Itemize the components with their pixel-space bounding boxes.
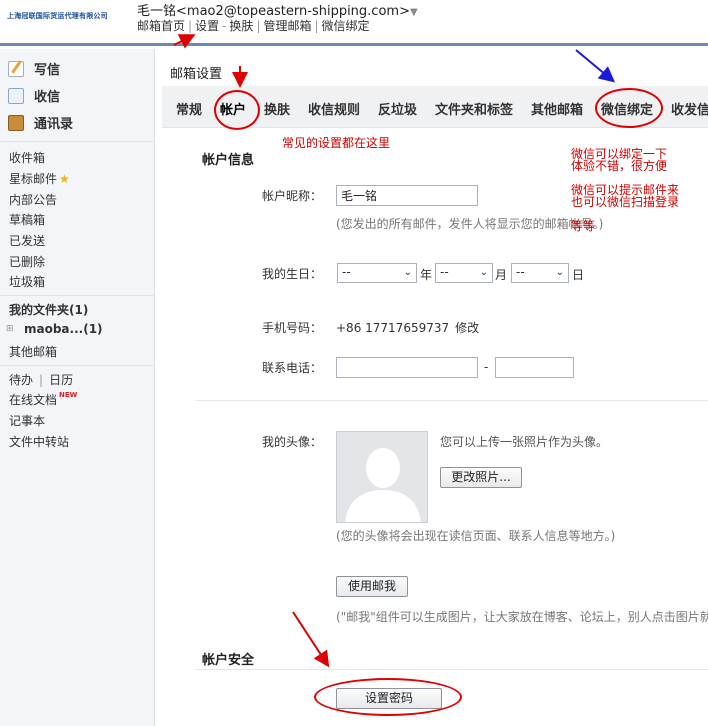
sidebar-item-subfolder[interactable]: maoba...(1) — [24, 322, 103, 336]
online-docs-label: 在线文档 — [9, 393, 58, 407]
highlight-wechat-tab — [595, 88, 663, 128]
tree-expand-icon[interactable]: ⊞ — [6, 324, 14, 334]
birthday-day-select[interactable]: -- ⌄ — [511, 263, 569, 283]
tel-separator: - — [484, 360, 489, 374]
starred-label: 星标邮件 — [9, 172, 58, 186]
sidebar-item-file-transfer[interactable]: 文件中转站 — [9, 433, 69, 450]
default-avatar-icon — [337, 432, 427, 522]
sidebar-item-todo[interactable]: 待办 — [9, 373, 33, 387]
contacts-icon — [8, 114, 24, 131]
section-account-security: 帐户安全 — [202, 653, 255, 668]
tab-anti-spam[interactable]: 反垃圾 — [378, 99, 417, 118]
sidebar-item-inbox[interactable]: 收件箱 — [9, 149, 45, 166]
highlight-set-password — [314, 678, 462, 716]
top-header: 上海冠联国际货运代理有限公司 毛一铭<mao2@topeastern-shipp… — [0, 0, 708, 46]
phone-row: +86 17717659737 修改 — [336, 319, 479, 336]
contacts-label: 通讯录 — [34, 117, 74, 132]
nav-settings[interactable]: 设置 — [195, 19, 219, 33]
sidebar: 写信 收信 通讯录 收件箱 星标邮件 ★ 内部公告 草稿箱 已发送 已删除 垃圾箱… — [0, 49, 155, 726]
account-settings-panel: 帐户信息 帐户昵称： (您发出的所有邮件，发件人将显示您的邮箱帐号。) 我的生日… — [196, 129, 708, 726]
avatar-upload-text: 您可以上传一张照片作为头像。 — [440, 435, 609, 449]
sidebar-item-sent[interactable]: 已发送 — [9, 232, 45, 249]
sidebar-receive[interactable]: 收信 — [8, 86, 60, 105]
sidebar-item-my-folders[interactable]: 我的文件夹(1) — [9, 301, 88, 318]
compose-label: 写信 — [34, 63, 61, 78]
pen-icon — [8, 60, 24, 77]
sidebar-compose[interactable]: 写信 — [8, 59, 60, 78]
avatar-label: 我的头像： — [262, 435, 323, 449]
mailme-hint: ("邮我"组件可以生成图片，让大家放在博客、论坛上，别人点击图片就 — [336, 610, 708, 624]
sidebar-item-calendar[interactable]: 日历 — [49, 373, 73, 387]
tab-other-mail[interactable]: 其他邮箱 — [531, 99, 583, 118]
tel-number-input[interactable] — [495, 357, 574, 378]
top-nav-links: 邮箱首页 | 设置 - 换肤 | 管理邮箱 | 微信绑定 — [137, 19, 370, 33]
avatar-hint: (您的头像将会出现在读信页面、联系人信息等地方。) — [336, 529, 616, 543]
birthday-label: 我的生日： — [262, 267, 323, 281]
birthday-month-value: -- — [440, 265, 449, 279]
birthday-year-select[interactable]: -- ⌄ — [337, 263, 417, 283]
nickname-input[interactable] — [336, 185, 478, 206]
tab-folders-labels[interactable]: 文件夹和标签 — [435, 99, 513, 118]
nickname-label: 帐户昵称： — [262, 189, 323, 203]
change-photo-button[interactable]: 更改照片... — [440, 467, 522, 488]
phone-value: +86 17717659737 — [336, 321, 450, 335]
chevron-down-icon: ⌄ — [555, 267, 564, 278]
day-unit: 日 — [572, 268, 585, 282]
sidebar-item-deleted[interactable]: 已删除 — [9, 253, 45, 270]
section-account-info: 帐户信息 — [202, 153, 255, 168]
tab-skin[interactable]: 换肤 — [264, 99, 290, 118]
annotation-wechat-5: 等等 — [571, 219, 596, 233]
nav-skin[interactable]: 换肤 — [229, 19, 253, 33]
tab-mail-rules[interactable]: 收信规则 — [308, 99, 360, 118]
star-icon: ★ — [59, 172, 70, 186]
year-unit: 年 — [420, 268, 433, 282]
sidebar-item-other-mail[interactable]: 其他邮箱 — [9, 343, 57, 360]
chevron-down-icon: ⌄ — [403, 267, 412, 278]
receive-label: 收信 — [34, 90, 61, 105]
tel-area-input[interactable] — [336, 357, 478, 378]
phone-edit-link[interactable]: 修改 — [455, 321, 479, 335]
avatar — [336, 431, 428, 523]
birthday-day-value: -- — [516, 265, 525, 279]
nav-manage-mail[interactable]: 管理邮箱 — [263, 19, 311, 33]
company-logo: 上海冠联国际货运代理有限公司 — [7, 12, 108, 20]
sidebar-tools-row: 待办 | 日历 — [9, 373, 74, 387]
sidebar-item-spam[interactable]: 垃圾箱 — [9, 273, 45, 290]
birthday-month-select[interactable]: -- ⌄ — [435, 263, 493, 283]
section-divider — [196, 400, 708, 401]
sidebar-item-notes[interactable]: 记事本 — [9, 412, 45, 429]
tel-label: 联系电话： — [262, 361, 323, 375]
sidebar-contacts[interactable]: 通讯录 — [8, 113, 73, 132]
sidebar-item-announcements[interactable]: 内部公告 — [9, 191, 57, 208]
page-title: 邮箱设置 — [170, 67, 223, 82]
phone-label: 手机号码： — [262, 321, 323, 335]
sidebar-divider — [0, 295, 155, 296]
highlight-account-tab — [214, 90, 260, 130]
section-divider — [196, 669, 708, 670]
nickname-hint: (您发出的所有邮件，发件人将显示您的邮箱帐号。) — [336, 217, 604, 231]
month-unit: 月 — [495, 268, 508, 282]
sidebar-item-online-docs[interactable]: 在线文档 NEW — [9, 391, 77, 408]
sidebar-divider — [0, 141, 155, 142]
tab-general[interactable]: 常规 — [176, 99, 202, 118]
sidebar-item-drafts[interactable]: 草稿箱 — [9, 211, 45, 228]
use-mailme-button[interactable]: 使用邮我 — [336, 576, 408, 597]
annotation-wechat-2: 体验不错，很方便 — [571, 159, 668, 173]
annotation-wechat-4: 也可以微信扫描登录 — [571, 195, 680, 209]
inbox-icon — [8, 87, 24, 104]
sidebar-item-starred[interactable]: 星标邮件 ★ — [9, 170, 70, 187]
nav-wechat-bind[interactable]: 微信绑定 — [322, 19, 370, 33]
nav-mail-home[interactable]: 邮箱首页 — [137, 19, 185, 33]
new-badge: NEW — [59, 391, 78, 399]
birthday-year-value: -- — [342, 265, 351, 279]
account-dropdown-icon[interactable]: ▼ — [410, 7, 418, 18]
sidebar-divider — [0, 365, 155, 366]
chevron-down-icon: ⌄ — [479, 267, 488, 278]
annotation-common-settings: 常见的设置都在这里 — [282, 136, 391, 150]
tab-send-receive[interactable]: 收发信 — [671, 99, 708, 118]
